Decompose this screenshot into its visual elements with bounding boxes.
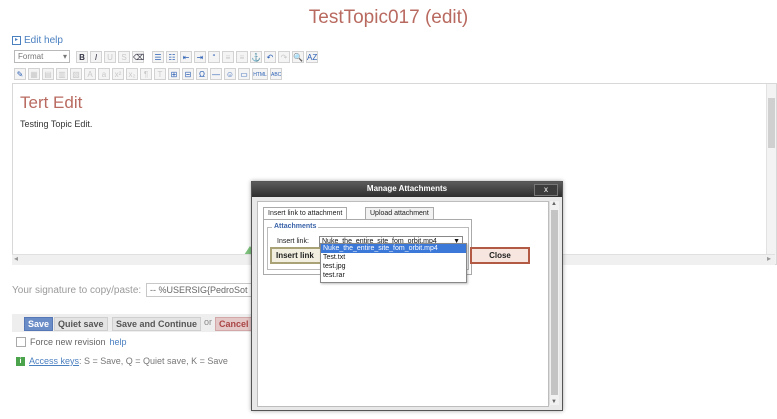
access-keys-link[interactable]: Access keys [29,356,79,366]
dialog-title: Manage Attachments [366,184,448,193]
edit-help-link[interactable]: ▸ Edit help [12,35,63,46]
insert-link-button[interactable]: Insert link [270,247,322,264]
insert-link-dropdown: Nuke_the_entire_site_fom_orbit.mp4 Test.… [320,243,467,283]
align-right-icon[interactable]: ≡ [236,50,248,63]
table-cell-icon[interactable]: ▧ [70,67,82,80]
redo-icon[interactable]: ↷ [278,50,290,63]
edit-icon[interactable]: ✎ [14,67,26,80]
or-text: or [204,317,213,327]
dialog-content: Insert link to attachment Upload attachm… [257,201,549,407]
format-select[interactable]: Format [14,50,70,63]
special-char-icon[interactable]: Ω [196,67,208,80]
editor-toolbar-row-1: Format B I U S ⌫ ☰ ☷ ⇤ ⇥ “ ≡ ≡ ⚓ ↶ ↷ 🔍 A… [14,50,318,63]
paragraph-icon[interactable]: ¶ [140,67,152,80]
attachment-icon[interactable]: ⊞ [168,67,180,80]
bullet-list-icon[interactable]: ☰ [152,50,164,63]
table-row-icon[interactable]: ▤ [42,67,54,80]
remove-format-icon[interactable]: ⌫ [132,50,144,63]
scroll-up-icon[interactable]: ▲ [551,201,557,207]
align-left-icon[interactable]: ≡ [222,50,234,63]
access-keys-row: i Access keys: S = Save, Q = Quiet save,… [16,356,228,366]
force-revision-checkbox[interactable] [16,337,26,347]
superscript-icon[interactable]: x² [112,67,124,80]
anchor-icon[interactable]: ⚓ [250,50,262,63]
replace-icon[interactable]: AZ [306,50,318,63]
spellcheck-icon[interactable]: ABC [270,67,282,80]
expand-icon: ▸ [12,35,21,45]
html-icon[interactable]: HTML [252,67,268,80]
editor-body-text: Testing Topic Edit. [20,119,93,129]
scroll-left-icon[interactable]: ◂ [14,254,18,263]
save-continue-button[interactable]: Save and Continue [112,317,202,331]
quiet-save-button[interactable]: Quiet save [54,317,108,331]
signature-label: Your signature to copy/paste: [12,285,142,296]
save-button[interactable]: Save [24,317,54,331]
close-icon[interactable]: x [534,184,558,196]
manage-attachments-dialog: Manage Attachments x Insert link to atta… [251,181,563,411]
force-revision-row: Force new revision help [16,337,127,347]
bg-color-icon[interactable]: a [98,67,110,80]
text-color-icon[interactable]: A [84,67,96,80]
cancel-button[interactable]: Cancel [215,317,253,331]
dropdown-option[interactable]: test.rar [321,271,466,280]
numbered-list-icon[interactable]: ☷ [166,50,178,63]
scroll-down-icon[interactable]: ▼ [551,399,557,405]
underline-icon[interactable]: U [104,50,116,63]
editor-heading: Tert Edit [20,93,83,112]
variable-icon[interactable]: ▭ [238,67,250,80]
page-title: TestTopic017 (edit) [308,7,469,28]
blockquote-icon[interactable]: “ [208,50,220,63]
strikethrough-icon[interactable]: S [118,50,130,63]
table-col-icon[interactable]: ▥ [56,67,68,80]
editor-toolbar-row-2: ✎ ▦ ▤ ▥ ▧ A a x² x₂ ¶ T ⊞ ⊟ Ω — ☺ ▭ HTML… [14,67,282,80]
dialog-scrollbar[interactable]: ▲ ▼ [549,201,559,405]
attachments-legend: Attachments [272,223,319,230]
insert-link-label: Insert link: [277,238,309,245]
access-keys-text: : S = Save, Q = Quiet save, K = Save [79,356,228,366]
undo-icon[interactable]: ↶ [264,50,276,63]
signature-field[interactable]: -- %USERSIG{PedroSot [146,283,261,297]
actions-bar: Save Quiet save Save and Continue or Can… [12,314,257,332]
editor-scrollbar[interactable] [766,84,776,264]
smiley-icon[interactable]: ☺ [224,67,236,80]
force-revision-label: Force new revision [30,337,106,347]
find-icon[interactable]: 🔍 [292,50,304,63]
dropdown-option[interactable]: Nuke_the_entire_site_fom_orbit.mp4 [321,244,466,253]
edit-help-label: Edit help [24,35,63,46]
info-icon: i [16,356,25,366]
dropdown-option[interactable]: test.jpg [321,262,466,271]
outdent-icon[interactable]: ⇤ [180,50,192,63]
dropdown-option[interactable]: Test.txt [321,253,466,262]
indent-icon[interactable]: ⇥ [194,50,206,63]
close-button[interactable]: Close [470,247,530,264]
subscript-icon[interactable]: x₂ [126,67,138,80]
help-link[interactable]: help [110,337,127,347]
text-icon[interactable]: T [154,67,166,80]
horizontal-rule-icon[interactable]: — [210,67,222,80]
italic-icon[interactable]: I [90,50,102,63]
bold-icon[interactable]: B [76,50,88,63]
table-icon[interactable]: ▦ [28,67,40,80]
image-icon[interactable]: ⊟ [182,67,194,80]
scroll-right-icon[interactable]: ▸ [767,254,771,263]
